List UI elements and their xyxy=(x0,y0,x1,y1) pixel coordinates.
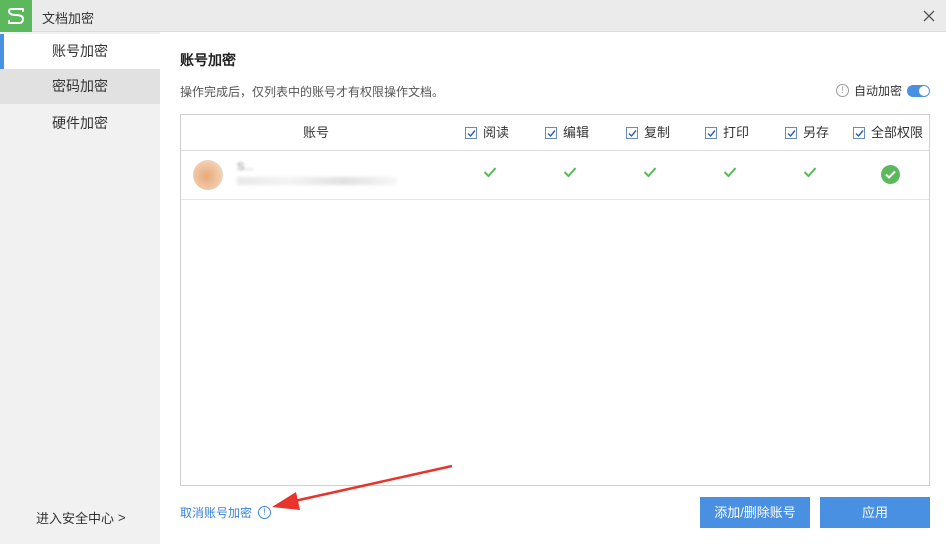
auto-encrypt-setting: ! 自动加密 xyxy=(835,82,930,99)
copy-check-icon xyxy=(643,167,657,178)
close-icon[interactable] xyxy=(918,5,940,27)
info-icon[interactable]: ! xyxy=(835,84,849,97)
page-title: 账号加密 xyxy=(180,52,236,68)
edit-check-icon xyxy=(563,167,577,178)
column-header-print: 打印 xyxy=(705,115,749,151)
table-header: 账号 阅读 编辑 复制 打印 另存 全部权限 xyxy=(181,115,929,151)
all-permissions-check-icon xyxy=(881,165,900,184)
sidebar-item-hardware-encrypt[interactable]: 硬件加密 xyxy=(0,106,160,141)
account-detail-redacted xyxy=(237,177,397,185)
sidebar: 账号加密 密码加密 硬件加密 进入安全中心 > xyxy=(0,32,160,544)
column-header-edit: 编辑 xyxy=(545,115,589,151)
account-permission-table: 账号 阅读 编辑 复制 打印 另存 全部权限 S... xyxy=(180,114,930,486)
chevron-right-icon: > xyxy=(118,510,126,525)
info-icon[interactable]: ! xyxy=(258,506,272,519)
cancel-account-encrypt-link[interactable]: 取消账号加密 ! xyxy=(180,504,272,521)
security-center-label: 进入安全中心 xyxy=(36,511,115,526)
column-header-read: 阅读 xyxy=(465,115,509,151)
copy-label: 复制 xyxy=(644,125,671,140)
column-header-all-permissions: 全部权限 xyxy=(853,115,923,151)
all-permissions-checkbox[interactable] xyxy=(853,127,865,139)
auto-encrypt-label: 自动加密 xyxy=(853,84,902,98)
print-label: 打印 xyxy=(723,125,750,140)
sidebar-item-password-encrypt[interactable]: 密码加密 xyxy=(0,69,160,104)
account-name: S... xyxy=(237,161,254,173)
window-title: 文档加密 xyxy=(42,11,95,26)
sidebar-item-account-encrypt[interactable]: 账号加密 xyxy=(0,34,160,69)
column-header-account: 账号 xyxy=(303,125,330,140)
avatar xyxy=(193,160,223,190)
table-row[interactable]: S... xyxy=(181,151,929,200)
print-check-icon xyxy=(723,167,737,178)
security-center-link[interactable]: 进入安全中心 > xyxy=(36,508,126,527)
save-as-label: 另存 xyxy=(803,125,830,140)
apply-button[interactable]: 应用 xyxy=(820,497,930,528)
print-checkbox[interactable] xyxy=(705,127,717,139)
read-check-icon xyxy=(483,167,497,178)
edit-checkbox[interactable] xyxy=(545,127,557,139)
cancel-account-encrypt-label: 取消账号加密 xyxy=(180,506,253,520)
title-bar: 文档加密 xyxy=(0,0,946,32)
toggle-knob xyxy=(919,85,929,96)
add-remove-account-button[interactable]: 添加/删除账号 xyxy=(700,497,810,528)
save-as-check-icon xyxy=(803,167,817,178)
auto-encrypt-toggle[interactable] xyxy=(907,84,930,97)
read-label: 阅读 xyxy=(483,125,510,140)
read-checkbox[interactable] xyxy=(465,127,477,139)
all-permissions-label: 全部权限 xyxy=(871,125,924,140)
column-header-copy: 复制 xyxy=(626,115,670,151)
edit-label: 编辑 xyxy=(563,125,590,140)
save-as-checkbox[interactable] xyxy=(785,127,797,139)
column-header-save-as: 另存 xyxy=(785,115,829,151)
page-description: 操作完成后，仅列表中的账号才有权限操作文档。 xyxy=(180,85,445,99)
wps-logo-icon xyxy=(0,0,32,32)
copy-checkbox[interactable] xyxy=(626,127,638,139)
